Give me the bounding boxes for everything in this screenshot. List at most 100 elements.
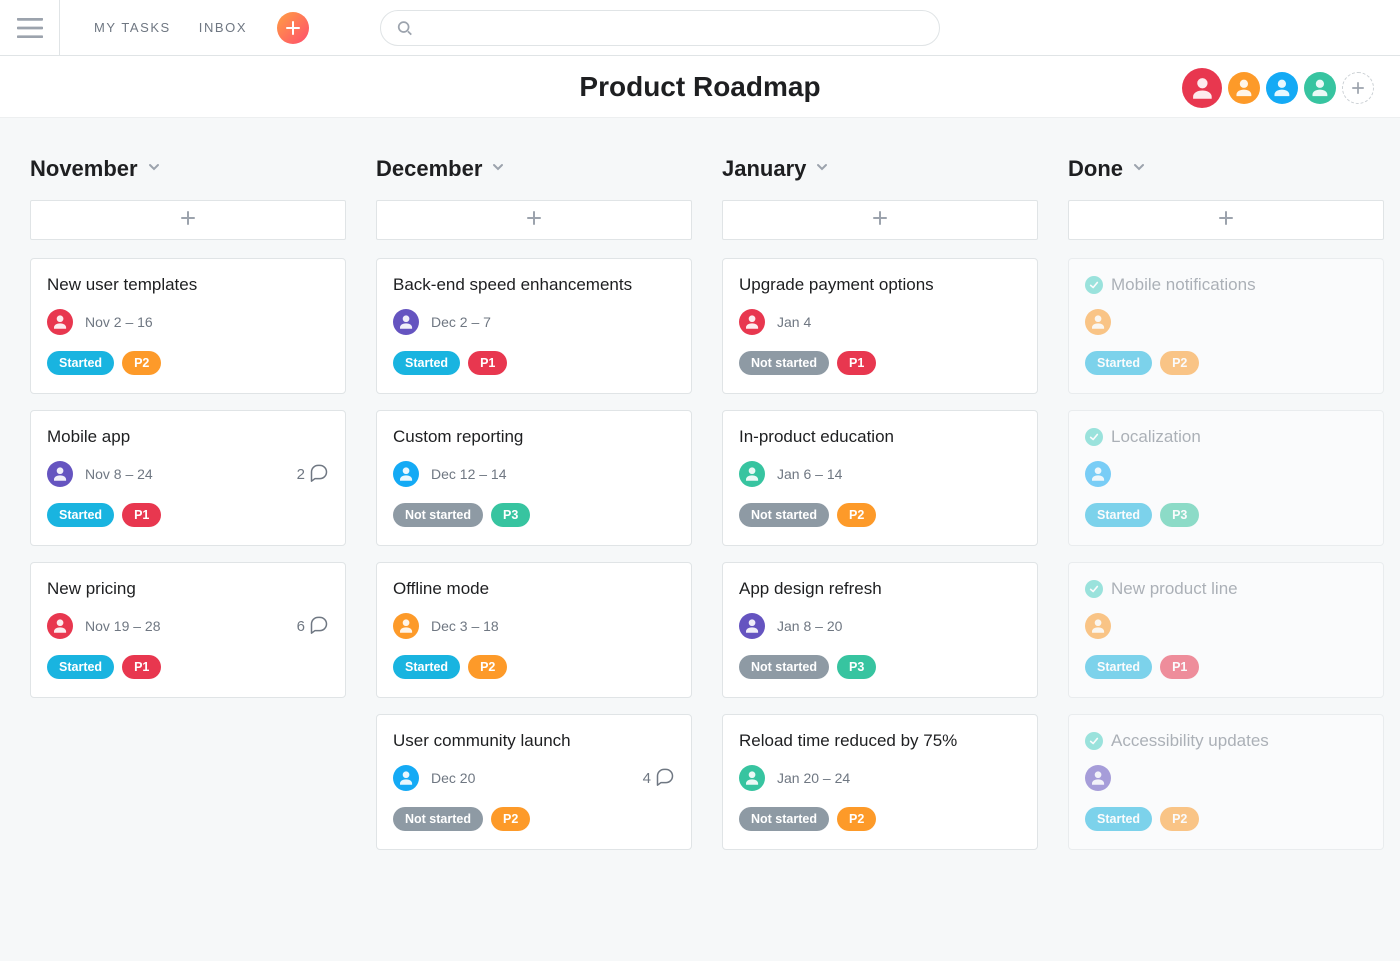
tag[interactable]: Started xyxy=(1085,655,1152,679)
card-meta: Dec 12 – 14 xyxy=(393,461,675,487)
tag[interactable]: P3 xyxy=(491,503,530,527)
add-member-button[interactable] xyxy=(1342,72,1374,104)
member-avatar[interactable] xyxy=(1182,68,1222,108)
assignee-avatar[interactable] xyxy=(393,461,419,487)
tag[interactable]: Started xyxy=(1085,503,1152,527)
tag[interactable]: P2 xyxy=(837,807,876,831)
card-meta: Dec 3 – 18 xyxy=(393,613,675,639)
task-card[interactable]: New pricingNov 19 – 286StartedP1 xyxy=(30,562,346,698)
assignee-avatar[interactable] xyxy=(1085,461,1111,487)
tag[interactable]: P2 xyxy=(837,503,876,527)
task-card[interactable]: User community launchDec 204Not startedP… xyxy=(376,714,692,850)
tag[interactable]: P2 xyxy=(491,807,530,831)
tag[interactable]: Not started xyxy=(739,655,829,679)
tag[interactable]: P3 xyxy=(837,655,876,679)
card-date: Nov 8 – 24 xyxy=(85,466,153,482)
tag[interactable]: P2 xyxy=(122,351,161,375)
column-header[interactable]: November xyxy=(30,156,346,182)
tag[interactable]: P1 xyxy=(122,503,161,527)
tag[interactable]: P3 xyxy=(1160,503,1199,527)
add-card-button[interactable] xyxy=(1068,200,1384,240)
tag[interactable]: Started xyxy=(393,351,460,375)
task-card[interactable]: New product line Started P1 xyxy=(1068,562,1384,698)
card-meta xyxy=(1085,309,1367,335)
assignee-avatar[interactable] xyxy=(393,309,419,335)
task-card[interactable]: Upgrade payment optionsJan 4Not startedP… xyxy=(722,258,1038,394)
tag-row: Started P2 xyxy=(1085,351,1367,375)
tag[interactable]: P1 xyxy=(122,655,161,679)
card-title: Accessibility updates xyxy=(1085,731,1367,751)
add-card-button[interactable] xyxy=(722,200,1038,240)
card-title: New user templates xyxy=(47,275,329,295)
column-header[interactable]: Done xyxy=(1068,156,1384,182)
assignee-avatar[interactable] xyxy=(1085,309,1111,335)
tag-row: Started P3 xyxy=(1085,503,1367,527)
task-card[interactable]: LocalizationStartedP3 xyxy=(1068,410,1384,546)
card-title: App design refresh xyxy=(739,579,1021,599)
tag[interactable]: Not started xyxy=(739,503,829,527)
tag[interactable]: Started xyxy=(1085,351,1152,375)
task-card[interactable]: In-product educationJan 6 – 14Not starte… xyxy=(722,410,1038,546)
comment-count[interactable]: 4 xyxy=(643,766,675,790)
tag[interactable]: P1 xyxy=(837,351,876,375)
tag[interactable]: Not started xyxy=(739,807,829,831)
search-box[interactable] xyxy=(380,10,940,46)
assignee-avatar[interactable] xyxy=(739,309,765,335)
assignee-avatar[interactable] xyxy=(47,613,73,639)
column-title: November xyxy=(30,156,138,182)
tag[interactable]: P1 xyxy=(1160,655,1199,679)
column-header[interactable]: December xyxy=(376,156,692,182)
project-members xyxy=(1182,68,1374,108)
card-date: Nov 19 – 28 xyxy=(85,618,161,634)
card-meta xyxy=(1085,765,1367,791)
comment-icon xyxy=(655,766,675,790)
global-create-button[interactable] xyxy=(277,12,309,44)
card-title: New product line xyxy=(1085,579,1367,599)
task-card[interactable]: Mobile notificationsStartedP2 xyxy=(1068,258,1384,394)
task-card[interactable]: New user templatesNov 2 – 16StartedP2 xyxy=(30,258,346,394)
tag[interactable]: P2 xyxy=(1160,351,1199,375)
comment-count[interactable]: 2 xyxy=(297,462,329,486)
task-card[interactable]: Mobile appNov 8 – 242StartedP1 xyxy=(30,410,346,546)
assignee-avatar[interactable] xyxy=(1085,765,1111,791)
tag[interactable]: P2 xyxy=(1160,807,1199,831)
member-avatar[interactable] xyxy=(1228,72,1260,104)
search-input[interactable] xyxy=(422,19,923,37)
task-card[interactable]: Custom reportingDec 12 – 14Not startedP3 xyxy=(376,410,692,546)
assignee-avatar[interactable] xyxy=(739,461,765,487)
assignee-avatar[interactable] xyxy=(1085,613,1111,639)
comment-icon xyxy=(309,462,329,486)
task-card[interactable]: App design refreshJan 8 – 20Not startedP… xyxy=(722,562,1038,698)
tag[interactable]: Not started xyxy=(393,503,483,527)
card-date: Jan 20 – 24 xyxy=(777,770,850,786)
chevron-down-icon xyxy=(492,160,504,178)
tag[interactable]: P1 xyxy=(468,351,507,375)
member-avatar[interactable] xyxy=(1266,72,1298,104)
assignee-avatar[interactable] xyxy=(47,461,73,487)
nav-my-tasks[interactable]: MY TASKS xyxy=(94,20,171,35)
add-card-button[interactable] xyxy=(376,200,692,240)
tag[interactable]: Started xyxy=(47,351,114,375)
assignee-avatar[interactable] xyxy=(739,765,765,791)
nav-inbox[interactable]: INBOX xyxy=(199,20,247,35)
task-card[interactable]: Reload time reduced by 75%Jan 20 – 24Not… xyxy=(722,714,1038,850)
tag[interactable]: Not started xyxy=(393,807,483,831)
tag[interactable]: Started xyxy=(47,503,114,527)
tag[interactable]: P2 xyxy=(468,655,507,679)
task-card[interactable]: Back-end speed enhancementsDec 2 – 7Star… xyxy=(376,258,692,394)
add-card-button[interactable] xyxy=(30,200,346,240)
tag[interactable]: Not started xyxy=(739,351,829,375)
task-card[interactable]: Offline modeDec 3 – 18StartedP2 xyxy=(376,562,692,698)
tag[interactable]: Started xyxy=(1085,807,1152,831)
assignee-avatar[interactable] xyxy=(393,613,419,639)
tag[interactable]: Started xyxy=(393,655,460,679)
member-avatar[interactable] xyxy=(1304,72,1336,104)
column-header[interactable]: January xyxy=(722,156,1038,182)
comment-count[interactable]: 6 xyxy=(297,614,329,638)
assignee-avatar[interactable] xyxy=(739,613,765,639)
menu-toggle[interactable] xyxy=(0,0,60,56)
assignee-avatar[interactable] xyxy=(47,309,73,335)
task-card[interactable]: Accessibility updates Started P2 xyxy=(1068,714,1384,850)
assignee-avatar[interactable] xyxy=(393,765,419,791)
tag[interactable]: Started xyxy=(47,655,114,679)
